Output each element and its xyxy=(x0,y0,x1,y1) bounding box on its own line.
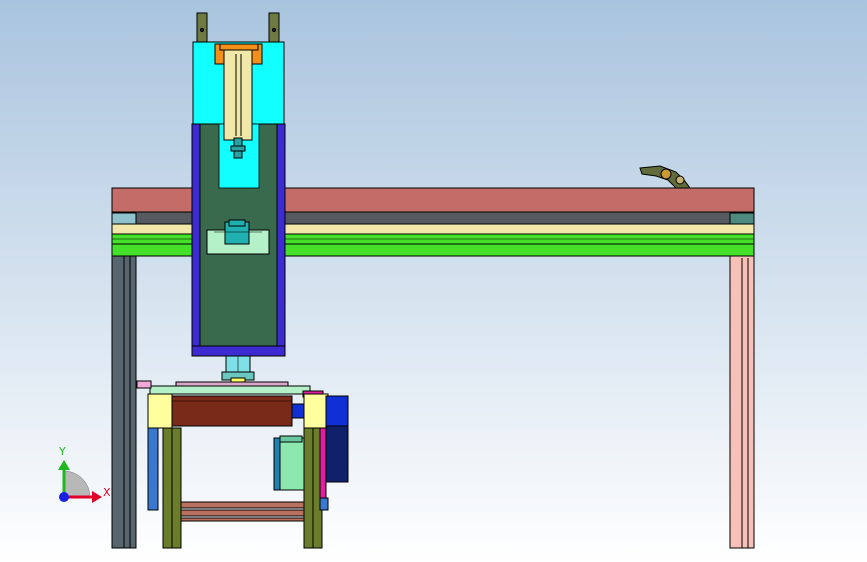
cad-viewport[interactable]: Y X xyxy=(0,0,867,562)
triad-y-arrow-icon xyxy=(58,460,70,470)
triad-x-arrow-icon xyxy=(92,491,102,503)
triad-y-label: Y xyxy=(58,445,66,458)
coordinate-triad: Y X xyxy=(58,445,111,503)
triad-z-origin-icon xyxy=(59,492,69,502)
triad-quadrant xyxy=(63,470,91,498)
triad-x-label: X xyxy=(103,486,111,499)
